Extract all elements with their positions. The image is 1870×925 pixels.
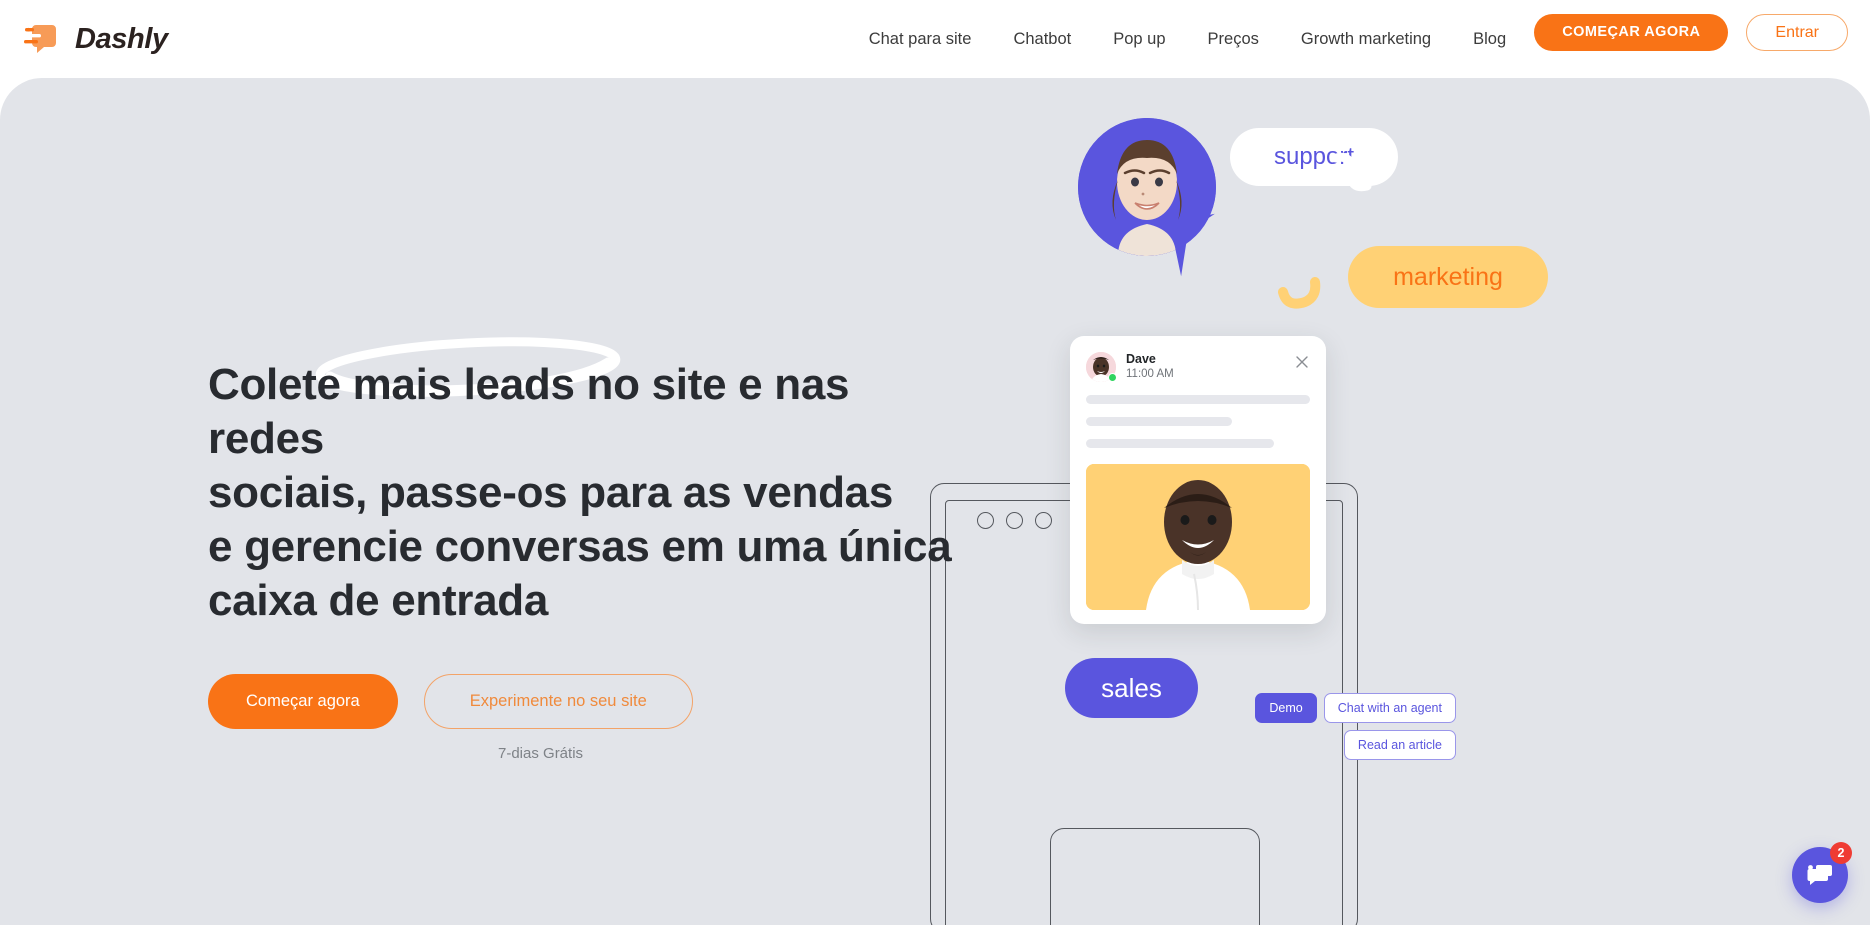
- chat-message-image: [1086, 464, 1310, 610]
- quick-reply-chat-with-agent[interactable]: Chat with an agent: [1323, 693, 1456, 723]
- hero-try-on-site-button[interactable]: Experimente no seu site: [423, 674, 693, 729]
- online-status-dot: [1108, 373, 1117, 382]
- tag-marketing: marketing: [1348, 246, 1548, 308]
- quick-reply-row: Read an article: [1136, 730, 1456, 760]
- hero-cta-row: Começar agora Experimente no seu site: [208, 674, 968, 729]
- traffic-light-dot: [977, 512, 994, 529]
- headline-line-1: Colete mais leads no site e nas redes: [208, 360, 850, 463]
- chat-agent-meta: Dave 11:00 AM: [1126, 352, 1174, 380]
- yellow-crescent-icon: [1278, 277, 1321, 309]
- quick-reply-read-an-article[interactable]: Read an article: [1343, 730, 1456, 760]
- browser-traffic-lights: [977, 512, 1052, 529]
- free-trial-note: 7-dias Grátis: [498, 745, 584, 762]
- traffic-light-dot: [1035, 512, 1052, 529]
- laptop-trackpad-outline: [1050, 828, 1260, 925]
- site-header: Dashly Chat para site Chatbot Pop up Pre…: [0, 0, 1870, 78]
- chat-card-header: Dave 11:00 AM: [1086, 352, 1310, 382]
- chat-timestamp: 11:00 AM: [1126, 368, 1174, 380]
- avatar: [1078, 118, 1216, 256]
- chat-agent-avatar: [1086, 352, 1117, 382]
- nav-item-precos[interactable]: Preços: [1187, 30, 1280, 49]
- logo[interactable]: Dashly: [22, 19, 168, 59]
- close-x-icon[interactable]: [1294, 354, 1310, 370]
- hero-section: Colete mais leads no site e nas redes so…: [0, 78, 1870, 925]
- nav-item-chatbot[interactable]: Chatbot: [992, 30, 1092, 49]
- traffic-light-dot: [1006, 512, 1023, 529]
- quick-reply-buttons: Demo Chat with an agent Read an article: [1136, 693, 1456, 767]
- chat-message-card: Dave 11:00 AM: [1070, 336, 1326, 624]
- message-skeleton-line: [1086, 439, 1275, 448]
- hero-illustration: support marketing sales Dave 11:00 AM De…: [930, 78, 1870, 925]
- white-s-squiggle-icon: [1331, 152, 1372, 192]
- hero-copy: Colete mais leads no site e nas redes so…: [208, 337, 968, 762]
- chat-bubble-lines-icon: [24, 25, 56, 53]
- quick-reply-demo[interactable]: Demo: [1255, 693, 1317, 723]
- hero-start-now-button[interactable]: Começar agora: [208, 674, 398, 729]
- unread-badge: 2: [1830, 842, 1852, 864]
- headline-line-2: sociais, passe-os para as vendas: [208, 468, 894, 517]
- nav-item-pop-up[interactable]: Pop up: [1092, 30, 1186, 49]
- header-start-now-button[interactable]: COMEÇAR AGORA: [1534, 14, 1729, 51]
- nav-item-chat-para-site[interactable]: Chat para site: [848, 30, 993, 49]
- chat-agent-name: Dave: [1126, 352, 1156, 366]
- header-login-button[interactable]: Entrar: [1746, 14, 1848, 51]
- support-agent-avatar: [1078, 118, 1227, 277]
- woman-portrait-icon: [1078, 118, 1216, 256]
- header-actions: COMEÇAR AGORA Entrar: [1534, 14, 1848, 51]
- chat-bubbles-icon: [1807, 865, 1832, 885]
- headline-line-4: caixa de entrada: [208, 576, 549, 625]
- smiling-man-photo-icon: [1086, 464, 1310, 610]
- quick-reply-row: Demo Chat with an agent: [1136, 693, 1456, 723]
- nav-item-blog[interactable]: Blog: [1452, 30, 1527, 49]
- chat-widget-launcher[interactable]: 2: [1792, 842, 1852, 903]
- nav-item-growth-marketing[interactable]: Growth marketing: [1280, 30, 1452, 49]
- page-title: Colete mais leads no site e nas redes so…: [208, 337, 968, 628]
- main-navigation: Chat para site Chatbot Pop up Preços Gro…: [848, 30, 1527, 49]
- logo-text: Dashly: [75, 22, 168, 55]
- message-skeleton-line: [1086, 417, 1232, 426]
- message-skeleton-line: [1086, 395, 1310, 404]
- headline-line-3: e gerencie conversas em uma única: [208, 522, 952, 571]
